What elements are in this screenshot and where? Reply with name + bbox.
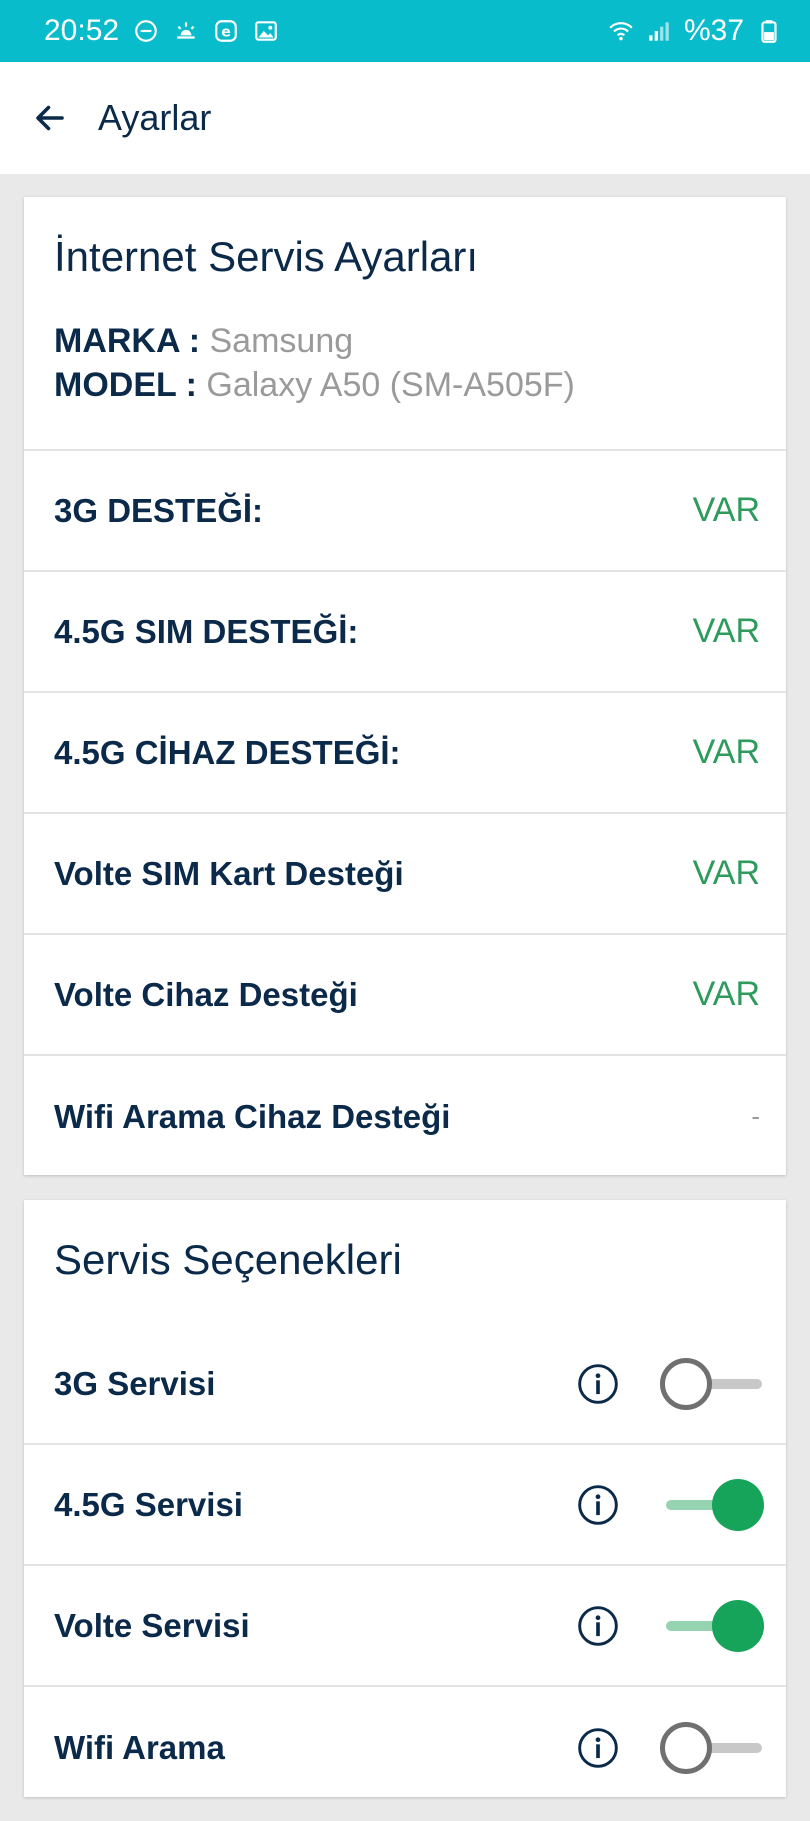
- service-list: 3G Servisi 4.5G Servisi Volte Servisi Wi…: [24, 1324, 786, 1808]
- service-toggle[interactable]: [660, 1356, 764, 1412]
- toggle-knob: [712, 1478, 764, 1531]
- support-value: VAR: [692, 491, 760, 529]
- internet-settings-header: İnternet Servis Ayarları MARKA : Samsung…: [24, 197, 786, 451]
- service-row-45g: 4.5G Servisi: [24, 1445, 786, 1566]
- support-row-45g-sim: 4.5G SIM DESTEĞİ: VAR: [24, 572, 786, 693]
- support-value: VAR: [692, 975, 760, 1013]
- support-row-volte-sim: Volte SIM Kart Desteği VAR: [24, 814, 786, 935]
- signal-icon: [646, 18, 672, 44]
- brand-label: MARKA :: [54, 322, 201, 360]
- toggle-knob: [660, 1721, 712, 1774]
- service-toggle[interactable]: [660, 1477, 764, 1533]
- internet-settings-title: İnternet Servis Ayarları: [54, 233, 479, 280]
- info-icon[interactable]: [576, 1362, 620, 1406]
- service-row-volte: Volte Servisi: [24, 1566, 786, 1687]
- support-value: VAR: [692, 612, 760, 650]
- wifi-icon: [608, 18, 634, 44]
- support-list: 3G DESTEĞİ: VAR 4.5G SIM DESTEĞİ: VAR 4.…: [24, 451, 786, 1177]
- service-toggle[interactable]: [660, 1598, 764, 1654]
- service-options-title: Servis Seçenekleri: [54, 1236, 402, 1283]
- brand-line: MARKA : Samsung: [54, 319, 756, 363]
- service-label: Volte Servisi: [54, 1606, 250, 1644]
- internet-settings-card: İnternet Servis Ayarları MARKA : Samsung…: [24, 197, 786, 1175]
- weather-icon: [173, 18, 199, 44]
- model-line: MODEL : Galaxy A50 (SM-A505F): [54, 363, 756, 407]
- support-label: Volte SIM Kart Desteği: [54, 854, 404, 892]
- info-icon[interactable]: [576, 1483, 620, 1527]
- battery-percent: %37: [683, 14, 744, 47]
- back-button[interactable]: [20, 88, 80, 148]
- service-options-card: Servis Seçenekleri 3G Servisi 4.5G Servi…: [24, 1200, 786, 1797]
- svg-text:e: e: [221, 24, 231, 40]
- support-row-3g: 3G DESTEĞİ: VAR: [24, 451, 786, 572]
- info-icon[interactable]: [576, 1604, 620, 1648]
- model-label: MODEL :: [54, 366, 197, 404]
- page-title: Ayarlar: [98, 97, 212, 138]
- model-value: Galaxy A50 (SM-A505F): [206, 366, 575, 404]
- toggle-knob: [660, 1357, 712, 1410]
- status-bar: 20:52 e %37: [0, 0, 810, 62]
- support-value: VAR: [692, 854, 760, 892]
- toggle-knob: [712, 1599, 764, 1652]
- arrow-left-icon: [36, 105, 64, 131]
- support-value: -: [751, 1101, 760, 1131]
- brand-value: Samsung: [209, 322, 354, 360]
- support-label: Wifi Arama Cihaz Desteği: [54, 1097, 451, 1135]
- app-bar: Ayarlar: [0, 62, 810, 174]
- support-label: Volte Cihaz Desteği: [54, 975, 358, 1013]
- e-badge-icon: e: [213, 18, 239, 44]
- info-icon[interactable]: [576, 1726, 620, 1770]
- status-time: 20:52: [44, 14, 120, 47]
- device-info: MARKA : Samsung MODEL : Galaxy A50 (SM-A…: [54, 319, 756, 407]
- image-icon: [253, 18, 279, 44]
- service-label: 3G Servisi: [54, 1364, 216, 1402]
- service-row-wifi-calling: Wifi Arama: [24, 1687, 786, 1808]
- service-label: 4.5G Servisi: [54, 1485, 243, 1523]
- service-label: Wifi Arama: [54, 1728, 225, 1766]
- support-label: 4.5G SIM DESTEĞİ:: [54, 612, 359, 650]
- service-row-3g: 3G Servisi: [24, 1324, 786, 1445]
- support-row-volte-device: Volte Cihaz Desteği VAR: [24, 935, 786, 1056]
- support-value: VAR: [692, 733, 760, 771]
- support-row-wifi-calling: Wifi Arama Cihaz Desteği -: [24, 1056, 786, 1177]
- battery-icon: [756, 18, 782, 44]
- support-label: 3G DESTEĞİ:: [54, 491, 264, 529]
- service-toggle[interactable]: [660, 1720, 764, 1776]
- support-row-45g-device: 4.5G CİHAZ DESTEĞİ: VAR: [24, 693, 786, 814]
- minus-circle-icon: [133, 18, 159, 44]
- support-label: 4.5G CİHAZ DESTEĞİ:: [54, 733, 401, 771]
